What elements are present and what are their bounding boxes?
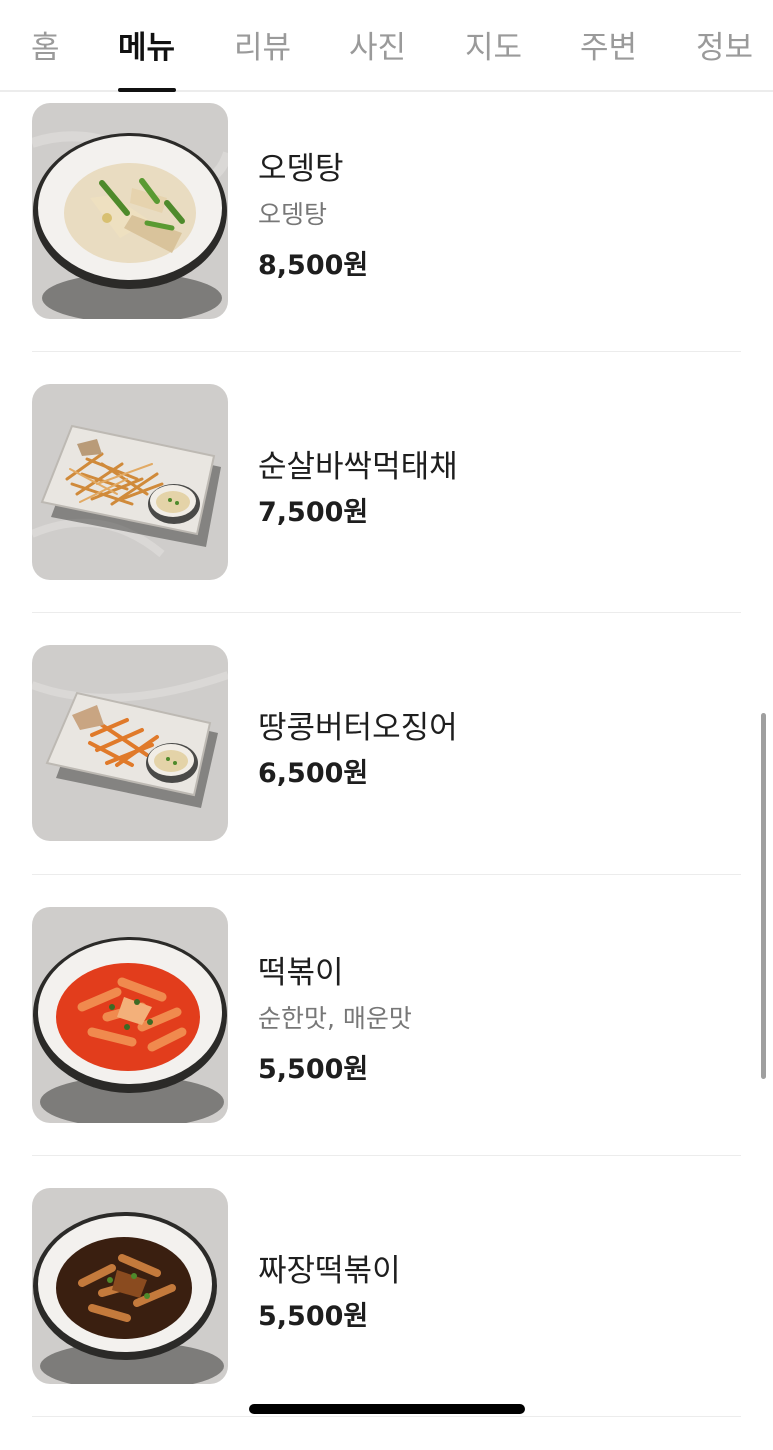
- active-tab-indicator: [118, 88, 176, 92]
- menu-item-image: [32, 645, 228, 841]
- menu-item[interactable]: 순살바싹먹태채 7,500원: [32, 384, 741, 646]
- menu-item-price: 6,500원: [258, 758, 369, 789]
- menu-item[interactable]: 땅콩버터오징어 6,500원: [32, 645, 741, 907]
- tab-bar: 홈 메뉴 리뷰 사진 지도 주변 정보: [0, 0, 773, 92]
- home-indicator[interactable]: [249, 1404, 525, 1414]
- menu-item-price: 7,500원: [258, 497, 369, 528]
- menu-item-name: 순살바싹먹태채: [258, 449, 458, 485]
- tab-map[interactable]: 지도: [465, 22, 522, 67]
- scrollbar[interactable]: [761, 713, 766, 1079]
- menu-item[interactable]: 오뎅탕 오뎅탕 8,500원: [32, 103, 741, 365]
- menu-item-description: 오뎅탕: [258, 200, 328, 229]
- menu-item-name: 땅콩버터오징어: [258, 710, 458, 746]
- menu-item-image: [32, 384, 228, 580]
- menu-item-image: [32, 1188, 228, 1384]
- tab-info[interactable]: 정보: [696, 22, 753, 67]
- tab-nearby[interactable]: 주변: [580, 22, 637, 67]
- menu-item-image: [32, 907, 228, 1123]
- menu-item-price: 5,500원: [258, 1301, 369, 1332]
- menu-item-price: 5,500원: [258, 1054, 369, 1085]
- menu-item-description: 순한맛, 매운맛: [258, 1004, 412, 1033]
- menu-item[interactable]: 떡볶이 순한맛, 매운맛 5,500원: [32, 907, 741, 1169]
- divider: [32, 351, 741, 352]
- menu-item-name: 짜장떡볶이: [258, 1253, 401, 1289]
- tab-home[interactable]: 홈: [31, 22, 60, 67]
- menu-item-price: 8,500원: [258, 250, 369, 281]
- tab-menu[interactable]: 메뉴: [118, 22, 175, 67]
- divider: [32, 1155, 741, 1156]
- menu-item-image: [32, 103, 228, 319]
- divider: [32, 874, 741, 875]
- divider: [32, 612, 741, 613]
- menu-item-name: 떡볶이: [258, 955, 344, 991]
- menu-item-name: 오뎅탕: [258, 151, 344, 187]
- divider: [32, 1416, 741, 1417]
- tab-reviews[interactable]: 리뷰: [234, 22, 291, 67]
- tab-photos[interactable]: 사진: [349, 22, 406, 67]
